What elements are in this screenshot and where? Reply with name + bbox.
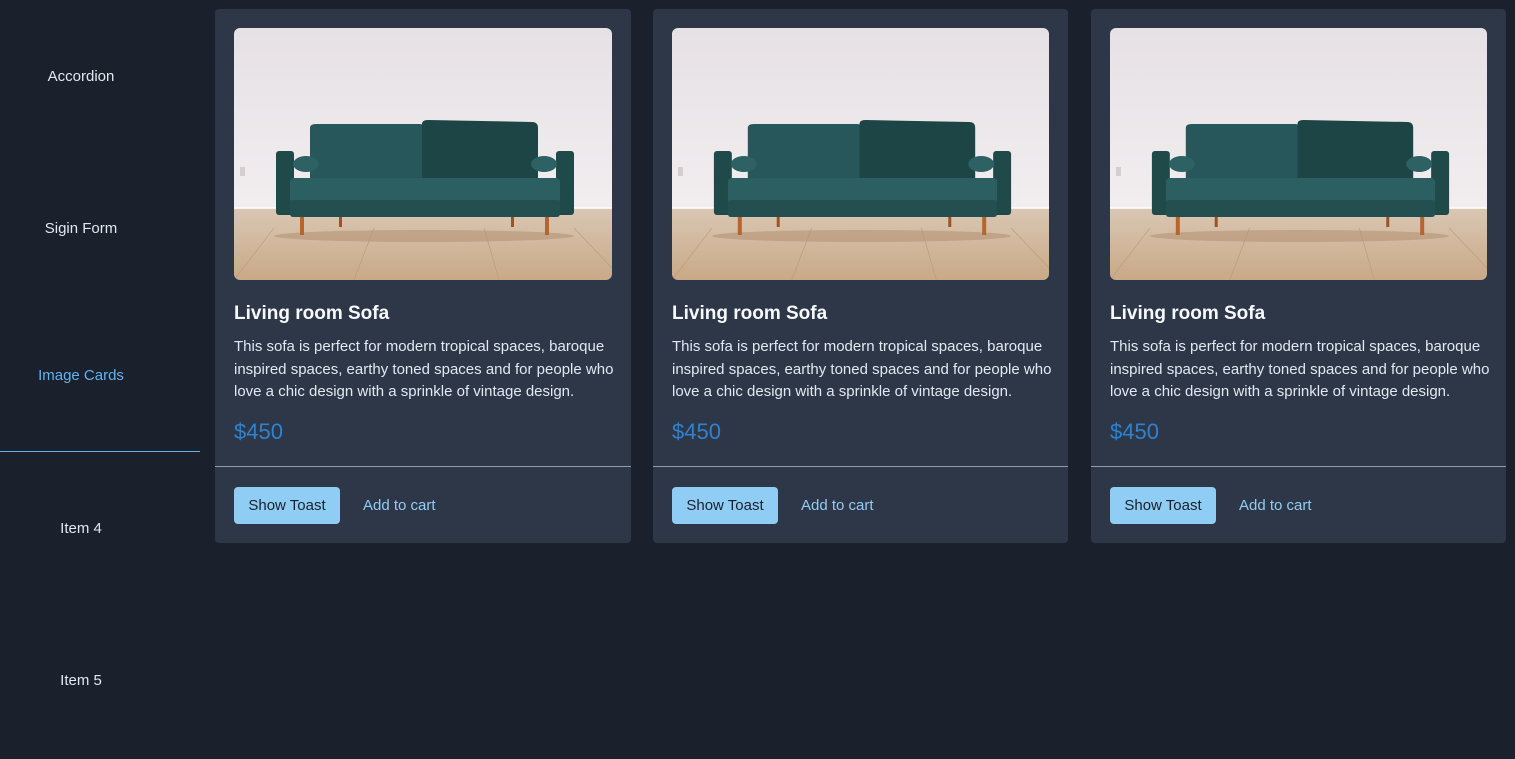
sidebar-nav: Accordion Sigin Form Image Cards Item 4 … bbox=[0, 0, 200, 759]
product-description: This sofa is perfect for modern tropical… bbox=[672, 338, 1052, 400]
product-price: $450 bbox=[672, 419, 721, 444]
show-toast-button[interactable]: Show Toast bbox=[234, 487, 340, 524]
product-price: $450 bbox=[1110, 419, 1159, 444]
product-image bbox=[1110, 28, 1487, 280]
product-card: Living room Sofa This sofa is perfect fo… bbox=[215, 9, 631, 543]
product-image bbox=[672, 28, 1049, 280]
product-description: This sofa is perfect for modern tropical… bbox=[234, 338, 614, 400]
sidebar-item-image-cards[interactable]: Image Cards bbox=[0, 300, 200, 452]
sidebar-item-accordion[interactable]: Accordion bbox=[0, 0, 200, 152]
add-to-cart-button[interactable]: Add to cart bbox=[793, 487, 882, 524]
product-title: Living room Sofa bbox=[234, 303, 390, 324]
sidebar-item-item-4[interactable]: Item 4 bbox=[0, 452, 200, 604]
product-image bbox=[234, 28, 612, 280]
sofa-image bbox=[1110, 28, 1487, 280]
show-toast-button[interactable]: Show Toast bbox=[1110, 487, 1216, 524]
card-divider bbox=[1091, 466, 1506, 467]
product-card: Living room Sofa This sofa is perfect fo… bbox=[1091, 9, 1506, 543]
card-divider bbox=[215, 466, 631, 467]
app-root: Accordion Sigin Form Image Cards Item 4 … bbox=[0, 0, 1515, 759]
product-card: Living room Sofa This sofa is perfect fo… bbox=[653, 9, 1068, 543]
product-description: This sofa is perfect for modern tropical… bbox=[1110, 338, 1490, 400]
product-price: $450 bbox=[234, 419, 283, 444]
sofa-image bbox=[234, 28, 612, 280]
product-title: Living room Sofa bbox=[1110, 303, 1266, 324]
add-to-cart-button[interactable]: Add to cart bbox=[1231, 487, 1320, 524]
card-divider bbox=[653, 466, 1068, 467]
add-to-cart-button[interactable]: Add to cart bbox=[355, 487, 444, 524]
sofa-image bbox=[672, 28, 1049, 280]
show-toast-button[interactable]: Show Toast bbox=[672, 487, 778, 524]
sidebar-item-item-5[interactable]: Item 5 bbox=[0, 604, 200, 756]
product-title: Living room Sofa bbox=[672, 303, 828, 324]
sidebar-item-signin-form[interactable]: Sigin Form bbox=[0, 152, 200, 304]
